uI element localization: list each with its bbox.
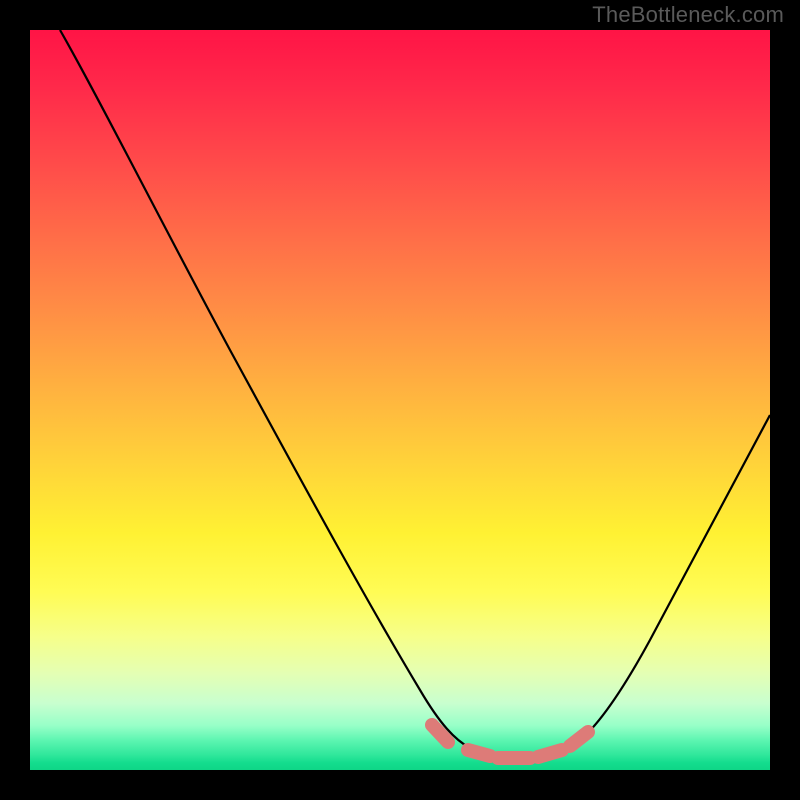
plot-area [30,30,770,770]
notch-highlight [432,725,588,758]
chart-frame: TheBottleneck.com [0,0,800,800]
watermark-text: TheBottleneck.com [592,2,784,28]
curve-layer [30,30,770,770]
bottleneck-curve [60,30,770,759]
